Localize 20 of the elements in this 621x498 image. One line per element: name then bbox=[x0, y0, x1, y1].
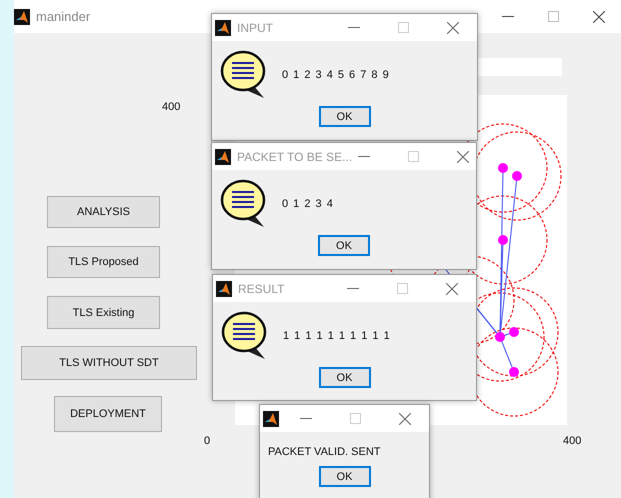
dialog-message: 1 1 1 1 1 1 1 1 1 1 bbox=[283, 330, 391, 342]
axis-tick-label: 0 bbox=[204, 435, 210, 447]
ok-button[interactable]: OK bbox=[318, 106, 370, 127]
menu-button[interactable]: TLS Proposed bbox=[47, 246, 160, 278]
axis-tick-label: 400 bbox=[563, 435, 582, 447]
ok-button[interactable]: OK bbox=[318, 235, 370, 256]
dialog-title: RESULT bbox=[238, 282, 284, 296]
menu-button[interactable]: ANALYSIS bbox=[47, 196, 160, 228]
ok-button[interactable]: OK bbox=[318, 466, 370, 487]
axis-tick-label: 400 bbox=[162, 101, 180, 113]
dialog-title: INPUT bbox=[237, 20, 273, 34]
dialog-message: 0 1 2 3 4 5 6 7 8 9 bbox=[282, 69, 390, 81]
window-title: maninder bbox=[36, 9, 90, 24]
ok-button[interactable]: OK bbox=[318, 367, 370, 388]
menu-button[interactable]: TLS WITHOUT SDT bbox=[21, 346, 197, 380]
menu-button[interactable]: TLS Existing bbox=[47, 296, 160, 329]
dialog-title: PACKET TO BE SE... bbox=[237, 150, 352, 164]
dialog-message: PACKET VALID. SENT bbox=[267, 446, 380, 458]
menu-button[interactable]: DEPLOYMENT bbox=[54, 396, 162, 432]
dialog-message: 0 1 2 3 4 bbox=[282, 198, 334, 210]
